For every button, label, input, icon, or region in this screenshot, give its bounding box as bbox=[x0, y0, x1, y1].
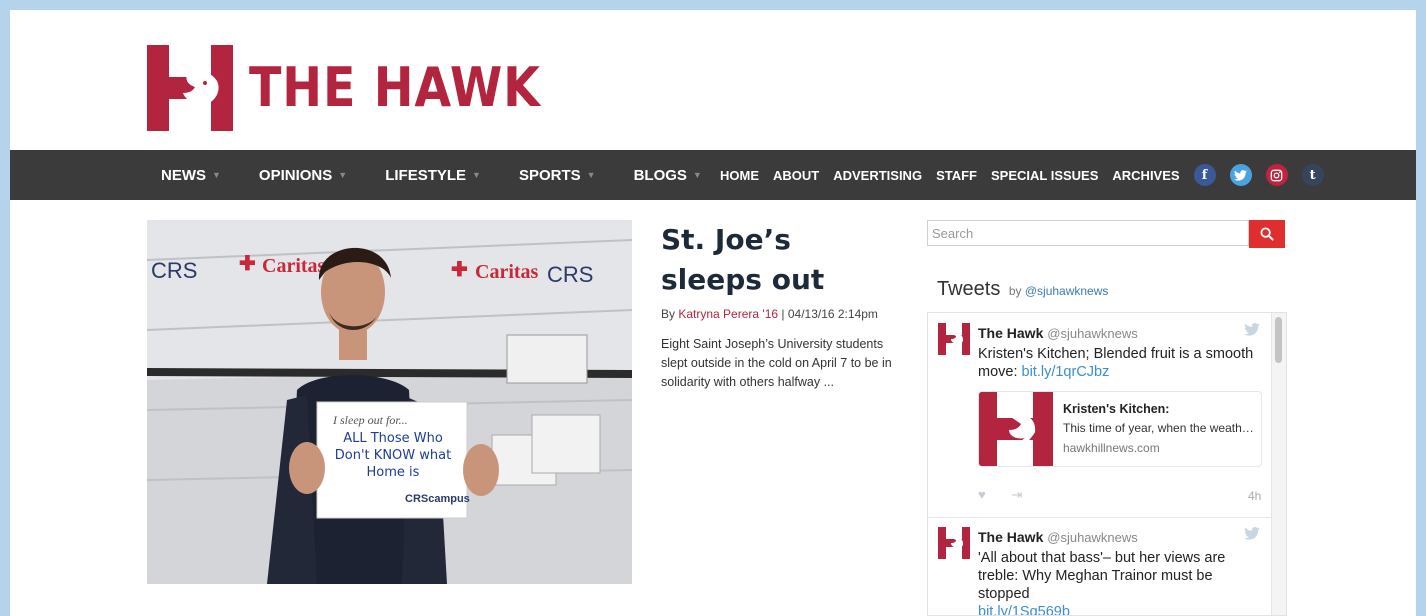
site-logo[interactable]: THE HAWK bbox=[147, 45, 547, 131]
caret-down-icon: ▼ bbox=[692, 170, 702, 180]
scrollbar-thumb[interactable] bbox=[1275, 317, 1282, 363]
article-date: | 04/13/16 2:14pm bbox=[781, 307, 878, 321]
primary-menu: NEWS ▼ OPINIONS ▼ LIFESTYLE ▼ SPORTS ▼ BLOGS… bbox=[161, 150, 740, 200]
caret-down-icon: ▼ bbox=[212, 170, 221, 180]
search-button[interactable] bbox=[1249, 220, 1285, 248]
nav-news[interactable]: NEWS ▼ bbox=[161, 167, 221, 184]
nav-advertising[interactable]: ADVERTISING bbox=[833, 168, 922, 183]
article-headline[interactable]: St. Joe’s sleeps out bbox=[661, 220, 901, 300]
tweet-item: The Hawk @sjuhawknews Kristen's Kitchen;… bbox=[928, 313, 1272, 517]
banner-crs: CRS bbox=[151, 258, 197, 283]
nav-lifestyle-label: LIFESTYLE bbox=[385, 166, 467, 184]
nav-sports-label: SPORTS bbox=[518, 166, 581, 184]
nav-about[interactable]: ABOUT bbox=[773, 168, 819, 183]
instagram-icon[interactable] bbox=[1265, 164, 1288, 186]
card-domain: hawkhillnews.com bbox=[1063, 441, 1160, 455]
nav-lifestyle[interactable]: LIFESTYLE ▼ bbox=[385, 167, 481, 184]
tweet-item: The Hawk @sjuhawknews 'All about that ba… bbox=[928, 518, 1272, 615]
featured-photo: ✚ Caritas ✚ Caritas CRS CRS I sleep out … bbox=[147, 220, 632, 584]
card-description: This time of year, when the weath… bbox=[1063, 421, 1254, 435]
sign-heading: I sleep out for... bbox=[332, 413, 408, 427]
hawk-avatar[interactable] bbox=[938, 323, 970, 355]
tweets-header: Tweets by @sjuhawknews bbox=[937, 278, 1108, 301]
nav-staff[interactable]: STAFF bbox=[936, 168, 977, 183]
page-frame: THE HAWK NEWS ▼ OPINIONS ▼ LIFESTYLE ▼ SPOR… bbox=[10, 10, 1416, 616]
caret-down-icon: ▼ bbox=[586, 170, 596, 180]
tweet-actions: ♥ ⇥ bbox=[978, 487, 1022, 503]
tweet-link[interactable]: bit.ly/1qrCJbz bbox=[1022, 364, 1110, 380]
search-icon bbox=[1260, 227, 1274, 241]
author-link[interactable]: Katryna Perera '16 bbox=[678, 307, 778, 321]
article-byline: By Katryna Perera '16 | 04/13/16 2:14pm bbox=[661, 307, 878, 321]
nav-blogs[interactable]: BLOGS ▼ bbox=[634, 167, 702, 184]
banner-caritas: Caritas bbox=[262, 255, 326, 277]
caret-down-icon: ▼ bbox=[472, 170, 481, 180]
like-heart-icon[interactable]: ♥ bbox=[978, 487, 986, 502]
search-input[interactable] bbox=[927, 220, 1249, 246]
byline-prefix: By bbox=[661, 307, 676, 321]
share-icon[interactable]: ⇥ bbox=[1011, 487, 1022, 502]
main-nav: NEWS ▼ OPINIONS ▼ LIFESTYLE ▼ SPORTS ▼ BLOGS… bbox=[10, 150, 1416, 200]
tweet-user[interactable]: The Hawk @sjuhawknews bbox=[978, 529, 1138, 545]
nav-home[interactable]: HOME bbox=[720, 168, 759, 183]
facebook-icon[interactable]: f bbox=[1193, 164, 1216, 186]
nav-opinions[interactable]: OPINIONS ▼ bbox=[259, 167, 347, 184]
sign-handwriting: ALL Those Who Don't KNOW what Home is bbox=[334, 431, 452, 480]
twitter-icon[interactable] bbox=[1229, 164, 1252, 186]
hawk-logo-icon bbox=[147, 45, 233, 131]
tweet-card[interactable]: Kristen's Kitchen: This time of year, wh… bbox=[978, 391, 1262, 467]
nav-opinions-label: OPINIONS bbox=[258, 166, 333, 184]
tweets-by-label: by bbox=[1008, 284, 1022, 298]
tweet-body: Kristen's Kitchen; Blended fruit is a sm… bbox=[978, 346, 1254, 380]
nav-archives[interactable]: ARCHIVES bbox=[1112, 168, 1179, 183]
card-title: Kristen's Kitchen: bbox=[1063, 402, 1170, 416]
tweet-user-name: The Hawk bbox=[978, 529, 1044, 545]
tweet-text: 'All about that bass'– but her views are… bbox=[978, 549, 1268, 615]
nav-sports[interactable]: SPORTS ▼ bbox=[519, 167, 596, 184]
article-excerpt: Eight Saint Joseph’s University students… bbox=[661, 337, 892, 389]
nav-special-issues[interactable]: SPECIAL ISSUES bbox=[991, 168, 1098, 183]
caret-down-icon: ▼ bbox=[338, 170, 348, 180]
site-title: THE HAWK bbox=[249, 56, 541, 119]
secondary-menu: HOME ABOUT ADVERTISING STAFF SPECIAL ISS… bbox=[720, 150, 1338, 200]
tumblr-icon[interactable]: t bbox=[1301, 164, 1324, 186]
tweets-by: by @sjuhawknews bbox=[1009, 284, 1109, 298]
banner-caritas-2: Caritas bbox=[475, 261, 539, 283]
banner-crs-2: CRS bbox=[547, 262, 593, 287]
tweet-time[interactable]: 4h bbox=[1248, 489, 1261, 503]
tweet-user-handle: @sjuhawknews bbox=[1047, 326, 1138, 341]
hawk-avatar[interactable] bbox=[938, 527, 970, 559]
tweet-user-handle: @sjuhawknews bbox=[1047, 530, 1138, 545]
twitter-bird-icon[interactable] bbox=[1244, 527, 1260, 545]
featured-image[interactable]: ✚ Caritas ✚ Caritas CRS CRS I sleep out … bbox=[147, 220, 632, 584]
tweet-text: Kristen's Kitchen; Blended fruit is a sm… bbox=[978, 345, 1268, 381]
tweet-link[interactable]: bit.ly/1Sg569b bbox=[978, 604, 1070, 615]
svg-text:✚: ✚ bbox=[451, 259, 468, 281]
twitter-bird-icon[interactable] bbox=[1244, 323, 1260, 341]
nav-blogs-label: BLOGS bbox=[633, 166, 687, 184]
tweet-user-name: The Hawk bbox=[978, 325, 1044, 341]
card-thumbnail bbox=[979, 392, 1053, 466]
tweet-body: 'All about that bass'– but her views are… bbox=[978, 550, 1226, 602]
tweets-handle-link[interactable]: @sjuhawknews bbox=[1025, 284, 1109, 298]
sign-logo: CRScampus bbox=[405, 493, 470, 505]
nav-news-label: NEWS bbox=[161, 166, 206, 184]
tweets-title: Tweets bbox=[937, 278, 1001, 300]
tweet-user[interactable]: The Hawk @sjuhawknews bbox=[978, 325, 1138, 341]
twitter-timeline[interactable]: The Hawk @sjuhawknews Kristen's Kitchen;… bbox=[927, 312, 1287, 616]
svg-text:✚: ✚ bbox=[239, 253, 256, 275]
timeline-scrollbar[interactable] bbox=[1271, 313, 1286, 615]
